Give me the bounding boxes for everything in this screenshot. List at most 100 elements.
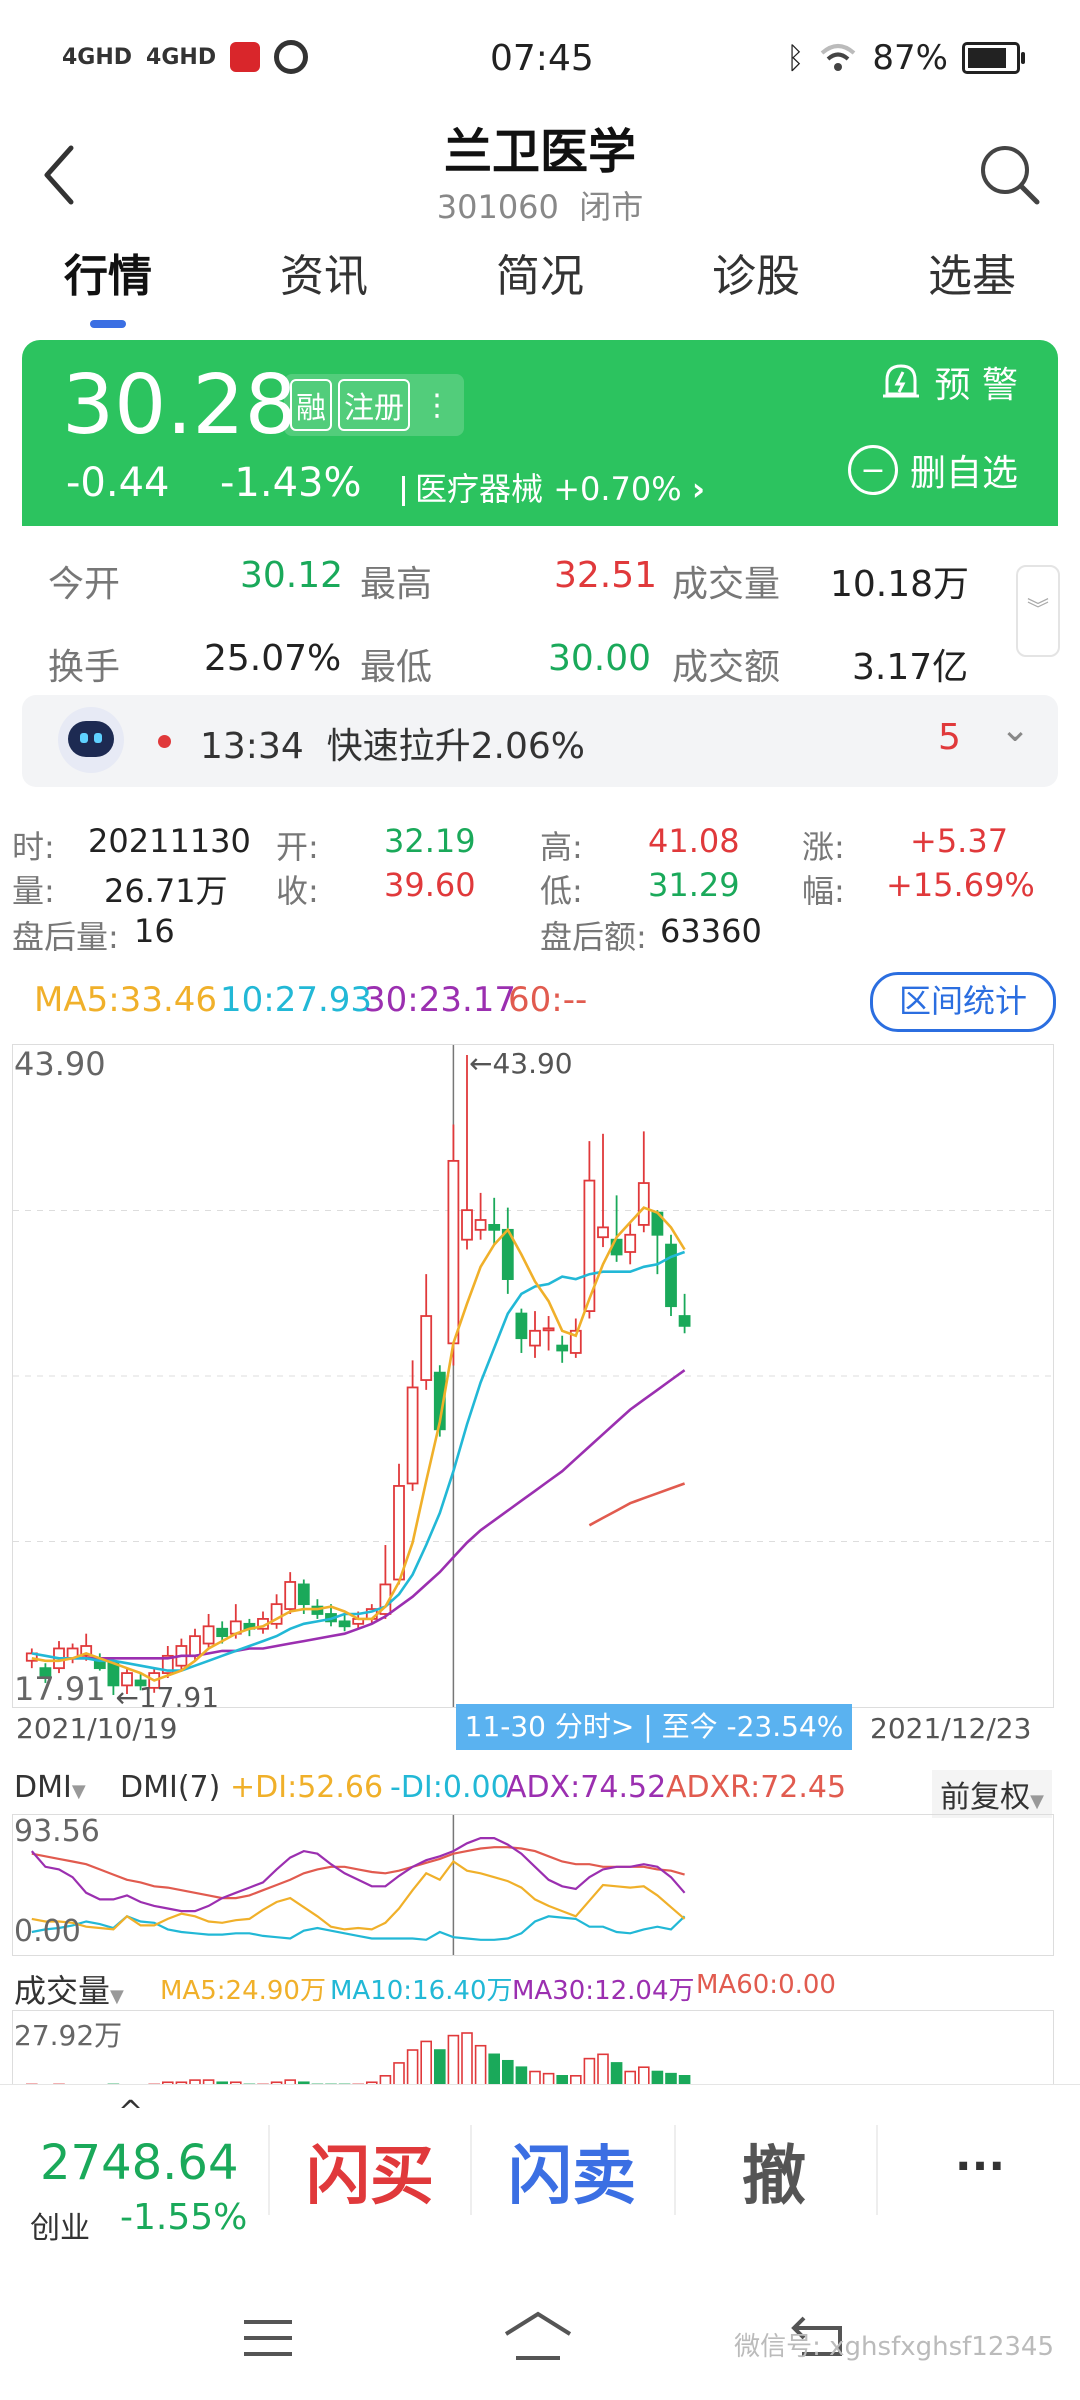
k-time-label: 时: <box>12 828 55 866</box>
tab-diagnosis[interactable]: 诊股 <box>692 240 820 320</box>
low-marker: ←17.91 <box>115 1681 219 1707</box>
k-vol-value: 26.71万 <box>104 872 228 910</box>
volume-bar <box>461 2032 473 2085</box>
dmi-adx: ADX:74.52 <box>506 1770 667 1805</box>
caret-up-icon[interactable]: ^ <box>118 2095 143 2130</box>
volume-bar <box>651 2070 664 2085</box>
dmi-selector[interactable]: DMI▼ <box>14 1770 86 1805</box>
more-button[interactable]: ··· <box>880 2141 1080 2192</box>
amount-value: 3.17亿 <box>852 647 969 688</box>
current-price: 30.28 <box>62 358 297 453</box>
vol-ma30: MA30:12.04万 <box>512 1976 695 2006</box>
registration-badge: 注册 <box>338 379 410 431</box>
price-change: -0.44 <box>66 460 170 506</box>
news-time: 13:34 <box>200 726 304 767</box>
volume-bar <box>583 2057 596 2085</box>
expand-chevron-icon[interactable]: ︾ <box>1016 565 1060 657</box>
volume-bar <box>488 2053 501 2085</box>
tab-profile[interactable]: 简况 <box>476 240 604 320</box>
candle-body <box>529 1329 541 1347</box>
candle-body <box>624 1233 637 1253</box>
volume-chart[interactable] <box>12 2010 1054 2085</box>
tab-news[interactable]: 资讯 <box>260 240 388 320</box>
battery-fill <box>968 48 1007 68</box>
candle-body <box>637 1182 650 1226</box>
candle-body <box>216 1627 229 1638</box>
menu-icon[interactable] <box>240 2314 296 2364</box>
k-rise-label: 涨: <box>802 828 845 866</box>
dmi-params: DMI(7) <box>120 1770 221 1805</box>
range-stats-button[interactable]: 区间统计 <box>870 972 1056 1032</box>
candle-body <box>542 1327 555 1332</box>
index-value[interactable]: 2748.64 <box>40 2135 239 2191</box>
volume-bar <box>474 2044 487 2085</box>
tab-quote[interactable]: 行情 <box>44 240 172 320</box>
battery-percent: 87% <box>872 38 948 78</box>
ah-vol-value: 16 <box>134 912 175 950</box>
candle-body <box>678 1315 691 1327</box>
search-icon[interactable] <box>975 140 1045 210</box>
alert-label: 预 警 <box>934 365 1018 406</box>
candle-body <box>515 1312 528 1340</box>
price-change-pct: -1.43% <box>220 460 362 506</box>
candle-body <box>393 1485 405 1581</box>
volume-caret: ▼ <box>110 1986 124 2007</box>
high-marker: ←43.90 <box>469 1047 573 1080</box>
tab-funds[interactable]: 选基 <box>908 240 1036 320</box>
news-strip[interactable]: 13:34 快速拉升2.06% 5 ⌄ <box>22 695 1058 787</box>
flash-buy-button[interactable]: 闪买 <box>270 2125 470 2217</box>
volume-bar <box>406 2049 419 2085</box>
k-time-value: 20211130 <box>88 822 251 860</box>
volume-selector[interactable]: 成交量▼ <box>14 1966 124 2012</box>
candle-body <box>202 1625 215 1645</box>
volume-bar <box>515 2066 528 2085</box>
divider <box>876 2125 878 2215</box>
low-label: 最低 <box>360 647 433 688</box>
volume-bar <box>501 2059 514 2085</box>
candle-body <box>488 1224 501 1231</box>
dmi-pdi: +DI:52.66 <box>230 1770 384 1805</box>
alert-button[interactable]: 预 警 <box>879 356 1018 408</box>
k-high-label: 高: <box>540 828 583 866</box>
kline-chart[interactable]: ←43.90 ←17.91 <box>12 1044 1054 1714</box>
flash-sell-button[interactable]: 闪卖 <box>472 2125 672 2217</box>
bluetooth-icon: ᛒ <box>786 40 805 76</box>
pdi-line <box>31 1859 686 1931</box>
stock-title: 兰卫医学 <box>443 124 636 180</box>
battery-icon <box>962 42 1025 74</box>
chevron-down-icon[interactable]: ⌄ <box>1000 709 1030 750</box>
market-state: 闭市 <box>579 188 644 226</box>
dmi-chart[interactable] <box>12 1814 1054 1956</box>
ma5-legend: MA5:33.46 <box>34 980 218 1020</box>
k-close-value: 39.60 <box>384 866 476 904</box>
dmi-svg <box>30 1815 686 1955</box>
volume-label: 成交量 <box>672 564 781 605</box>
adjust-label: 前复权 <box>940 1780 1031 1815</box>
remove-favorite-button[interactable]: − 删自选 <box>847 444 1018 496</box>
candle-body <box>665 1243 677 1308</box>
ma60-legend: 60:-- <box>508 980 588 1020</box>
app-notification-icon <box>230 42 261 72</box>
news-dot <box>158 735 171 748</box>
intraday-overlay-button[interactable]: 11-30 分时> | 至今 -23.54% <box>456 1704 852 1750</box>
ah-amt-value: 63360 <box>660 912 762 950</box>
dmi-name: DMI <box>14 1770 72 1805</box>
news-count: 5 <box>938 717 961 758</box>
home-icon[interactable] <box>500 2308 576 2364</box>
k-amp-label: 幅: <box>802 872 845 910</box>
news-message: 快速拉升2.06% <box>326 726 586 767</box>
status-right: ᛒ 87% <box>786 38 1025 78</box>
volume-bar <box>624 2070 637 2085</box>
candle-body <box>447 1159 460 1345</box>
k-amp-value: +15.69% <box>886 866 1035 904</box>
ma10-legend: 10:27.93 <box>220 980 373 1020</box>
sector-link[interactable]: 医疗器械 +0.70% › <box>402 464 705 510</box>
volume-bar <box>433 2049 446 2085</box>
volume-bar <box>597 2053 609 2085</box>
adjust-selector[interactable]: 前复权▼ <box>932 1770 1052 1818</box>
cancel-order-button[interactable]: 撤 <box>674 2125 874 2217</box>
ah-vol-label: 盘后量: <box>12 918 119 956</box>
badge-group[interactable]: 融 注册 ⋮ <box>284 374 464 436</box>
vol-max-label: 27.92万 <box>14 2019 123 2052</box>
status-left: 4GHD 4GHD <box>62 40 309 74</box>
